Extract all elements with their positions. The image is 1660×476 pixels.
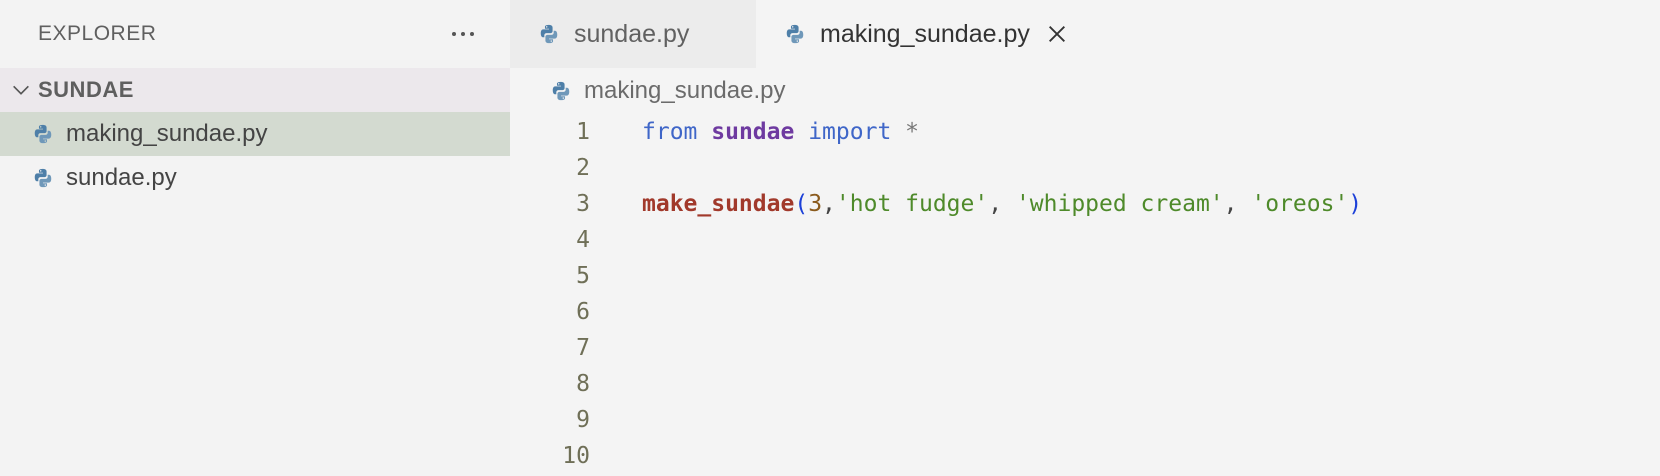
- file-item-making-sundae[interactable]: making_sundae.py: [0, 112, 510, 156]
- code-editor[interactable]: 1 from sundae import * 2 3 make_sundae(3…: [510, 114, 1660, 474]
- line-number: 1: [576, 119, 590, 145]
- code-line: 10: [510, 438, 1660, 474]
- keyword-from: from: [642, 119, 698, 145]
- line-number: 10: [562, 443, 590, 469]
- function-name: make_sundae: [642, 191, 795, 217]
- close-paren: ): [1348, 191, 1363, 217]
- module-name: sundae: [711, 119, 795, 145]
- code-line: 9: [510, 402, 1660, 438]
- explorer-sidebar: EXPLORER SUNDAE making_sundae.py sundae.…: [0, 0, 510, 476]
- more-actions-icon[interactable]: [446, 26, 480, 42]
- line-number: 4: [576, 227, 590, 253]
- string-arg: 'whipped cream': [1015, 191, 1224, 217]
- code-line: 5: [510, 258, 1660, 294]
- folder-name: SUNDAE: [38, 77, 134, 102]
- editor-area: sundae.py making_sundae.py making_sundae…: [510, 0, 1660, 476]
- import-star: *: [905, 119, 920, 145]
- line-number: 7: [576, 335, 590, 361]
- python-icon: [550, 80, 572, 102]
- line-number: 8: [576, 371, 590, 397]
- string-arg: 'hot fudge': [835, 191, 989, 217]
- chevron-down-icon[interactable]: [10, 79, 32, 101]
- python-icon: [784, 23, 806, 45]
- code-line: 3 make_sundae(3,'hot fudge', 'whipped cr…: [510, 186, 1660, 222]
- explorer-header: EXPLORER: [0, 0, 510, 68]
- close-icon[interactable]: [1046, 23, 1068, 45]
- file-item-label: sundae.py: [66, 164, 177, 191]
- explorer-title: EXPLORER: [38, 22, 157, 45]
- string-arg: 'oreos': [1251, 191, 1349, 217]
- tab-label: making_sundae.py: [820, 19, 1030, 48]
- line-content: from sundae import *: [642, 119, 919, 145]
- code-line: 1 from sundae import *: [510, 114, 1660, 150]
- file-item-sundae[interactable]: sundae.py: [0, 156, 510, 200]
- line-content: make_sundae(3,'hot fudge', 'whipped crea…: [642, 191, 1363, 217]
- python-icon: [32, 123, 54, 145]
- code-line: 4: [510, 222, 1660, 258]
- file-item-label: making_sundae.py: [66, 120, 268, 147]
- open-paren: (: [794, 191, 809, 217]
- code-line: 6: [510, 294, 1660, 330]
- line-number: 2: [576, 155, 590, 181]
- line-number: 9: [576, 407, 590, 433]
- line-number: 5: [576, 263, 590, 289]
- code-line: 7: [510, 330, 1660, 366]
- breadcrumb-label: making_sundae.py: [584, 77, 786, 104]
- folder-sundae[interactable]: SUNDAE: [0, 68, 510, 112]
- line-number: 3: [576, 191, 590, 217]
- tab-making-sundae[interactable]: making_sundae.py: [756, 0, 1106, 68]
- python-icon: [538, 23, 560, 45]
- tab-label: sundae.py: [574, 19, 690, 48]
- breadcrumb[interactable]: making_sundae.py: [510, 68, 1660, 114]
- python-icon: [32, 167, 54, 189]
- code-line: 2: [510, 150, 1660, 186]
- tab-bar: sundae.py making_sundae.py: [510, 0, 1660, 68]
- keyword-import: import: [808, 119, 892, 145]
- number-arg: 3: [808, 191, 823, 217]
- tab-sundae[interactable]: sundae.py: [510, 0, 756, 68]
- line-number: 6: [576, 299, 590, 325]
- code-line: 8: [510, 366, 1660, 402]
